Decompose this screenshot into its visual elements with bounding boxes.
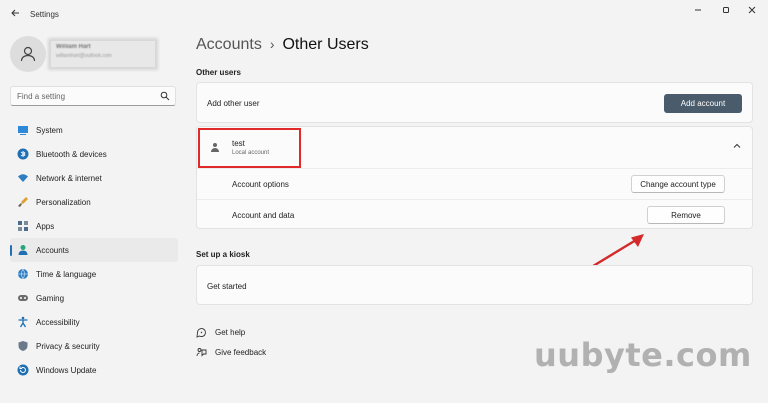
accessibility-icon (16, 316, 29, 329)
account-options-label: Account options (232, 179, 289, 189)
kiosk-card[interactable]: Get started (196, 265, 753, 305)
add-other-user-label: Add other user (207, 99, 260, 108)
shield-icon (16, 340, 29, 353)
sidebar-item-label: Accounts (36, 245, 69, 255)
sidebar-item-time-language[interactable]: Time & language (10, 262, 178, 286)
minimize-icon[interactable] (688, 4, 708, 18)
avatar (10, 36, 46, 72)
gamepad-icon (16, 292, 29, 305)
window-title: Settings (30, 10, 59, 19)
sidebar-item-bluetooth[interactable]: Bluetooth & devices (10, 142, 178, 166)
sidebar-nav: System Bluetooth & devices Network & int… (10, 118, 178, 382)
sidebar-item-system[interactable]: System (10, 118, 178, 142)
person-icon (20, 46, 36, 62)
accounts-icon (16, 244, 29, 257)
get-started-row[interactable]: Get started (197, 266, 752, 306)
remove-button[interactable]: Remove (647, 206, 725, 224)
sidebar-item-label: Gaming (36, 293, 65, 303)
give-feedback-link[interactable]: Give feedback (196, 347, 266, 358)
sidebar-item-label: Accessibility (36, 317, 80, 327)
chevron-up-icon[interactable] (732, 141, 742, 151)
title-bar: Settings (0, 0, 768, 30)
sidebar-item-label: Windows Update (36, 365, 97, 375)
change-account-type-button[interactable]: Change account type (631, 175, 725, 193)
apps-icon (16, 220, 29, 233)
back-arrow-icon[interactable] (8, 8, 22, 22)
profile-name: William Hart (56, 44, 91, 50)
get-help-label: Get help (215, 328, 246, 337)
sidebar-item-label: System (36, 125, 63, 135)
sidebar-item-label: Privacy & security (36, 341, 100, 351)
page-title: Other Users (282, 36, 369, 53)
sidebar-item-label: Time & language (36, 269, 97, 279)
breadcrumb-separator: › (269, 36, 275, 52)
search-icon[interactable] (160, 91, 170, 101)
account-and-data-label: Account and data (232, 210, 295, 220)
sidebar-item-label: Bluetooth & devices (36, 149, 107, 159)
profile-email: williamhart@outlook.com (56, 53, 112, 59)
wifi-icon (16, 172, 29, 185)
get-started-label: Get started (207, 281, 247, 291)
sidebar-item-personalization[interactable]: Personalization (10, 190, 178, 214)
section-label-other-users: Other users (196, 68, 241, 77)
search-input[interactable] (17, 90, 157, 103)
search-box[interactable] (10, 86, 176, 106)
user-profile: William Hart williamhart@outlook.com (10, 36, 180, 76)
update-icon (16, 364, 29, 377)
brush-icon (16, 196, 29, 209)
sidebar-item-accounts[interactable]: Accounts (10, 238, 178, 262)
get-help-link[interactable]: Get help (196, 327, 245, 338)
sidebar-item-privacy[interactable]: Privacy & security (10, 334, 178, 358)
breadcrumb: Accounts › Other Users (196, 36, 369, 54)
close-icon[interactable] (742, 4, 762, 18)
sidebar-item-label: Personalization (36, 197, 91, 207)
feedback-icon (196, 348, 207, 357)
system-icon (16, 124, 29, 137)
sidebar-item-apps[interactable]: Apps (10, 214, 178, 238)
bluetooth-icon (16, 148, 29, 161)
sidebar-item-label: Apps (36, 221, 55, 231)
watermark: uubyte.com (534, 336, 752, 374)
give-feedback-label: Give feedback (215, 348, 267, 357)
breadcrumb-parent[interactable]: Accounts (196, 36, 262, 53)
profile-details: William Hart williamhart@outlook.com (50, 40, 156, 68)
add-other-user-card: Add other user Add account (196, 82, 753, 123)
sidebar-item-network[interactable]: Network & internet (10, 166, 178, 190)
sidebar-item-windows-update[interactable]: Windows Update (10, 358, 178, 382)
add-account-button[interactable]: Add account (664, 94, 742, 113)
section-label-kiosk: Set up a kiosk (196, 250, 250, 259)
sidebar-item-label: Network & internet (36, 173, 102, 183)
globe-icon (16, 268, 29, 281)
maximize-icon[interactable] (716, 4, 736, 18)
sidebar-item-gaming[interactable]: Gaming (10, 286, 178, 310)
highlight-annotation (198, 128, 301, 168)
help-icon (196, 328, 206, 338)
sidebar-item-accessibility[interactable]: Accessibility (10, 310, 178, 334)
